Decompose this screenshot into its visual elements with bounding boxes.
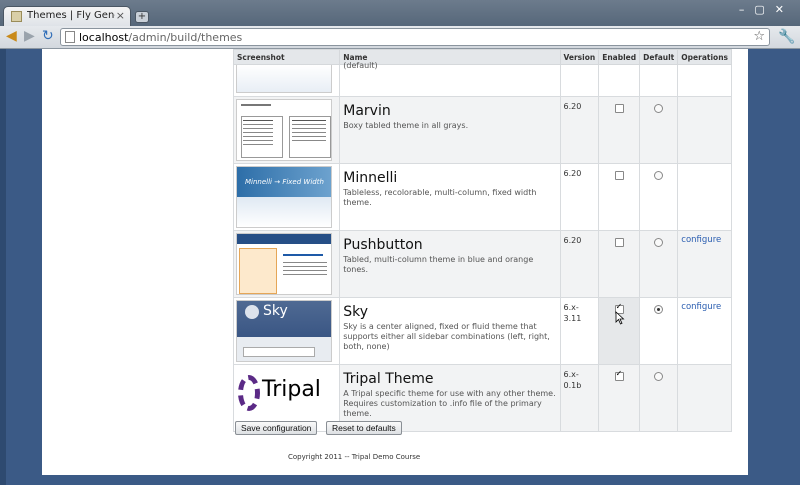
theme-name: Tripal Theme xyxy=(343,371,434,387)
default-radio[interactable] xyxy=(654,171,664,180)
theme-description: Tableless, recolorable, multi-column, fi… xyxy=(343,188,537,207)
theme-version: 6.x-0.1b xyxy=(563,370,582,390)
default-radio[interactable] xyxy=(654,372,664,381)
reset-defaults-button[interactable]: Reset to defaults xyxy=(326,421,402,435)
tab-title: Themes | Fly Genes D... xyxy=(27,10,115,21)
mouse-cursor-icon xyxy=(615,311,625,325)
screenshot-caption: Tripal xyxy=(262,377,321,402)
theme-screenshot xyxy=(236,65,332,93)
table-row: Marvin Boxy tabled theme in all grays. 6.… xyxy=(232,96,732,164)
window-controls[interactable]: –▢✕ xyxy=(739,3,794,16)
theme-screenshot: Tripal xyxy=(236,367,332,429)
url-path: /admin/build/themes xyxy=(128,31,243,44)
default-radio[interactable] xyxy=(654,305,664,314)
theme-screenshot: Minnelli → Fixed Width xyxy=(236,166,332,228)
browser-titlebar: Themes | Fly Genes D... × + –▢✕ xyxy=(0,0,800,26)
enabled-checkbox[interactable] xyxy=(614,171,624,180)
back-icon[interactable]: ◀ xyxy=(6,29,17,43)
favicon-icon xyxy=(11,11,22,22)
address-bar[interactable]: localhost/admin/build/themes ☆ xyxy=(60,28,770,46)
new-tab-button[interactable]: + xyxy=(135,11,149,23)
theme-version: 6.x-3.11 xyxy=(563,303,582,323)
configure-link[interactable]: configure xyxy=(681,302,721,312)
default-radio[interactable] xyxy=(654,104,664,113)
theme-name: Minnelli xyxy=(343,170,398,186)
theme-description: Sky is a center aligned, fixed or fluid … xyxy=(343,322,550,351)
default-radio[interactable] xyxy=(654,238,664,247)
forward-icon[interactable]: ▶ xyxy=(24,29,35,43)
theme-version: 6.20 xyxy=(563,169,582,178)
url-host: localhost xyxy=(79,31,129,44)
header-enabled: Enabled xyxy=(598,49,641,65)
theme-name: Marvin xyxy=(343,103,391,119)
header-default: Default xyxy=(639,49,679,65)
enabled-checkbox[interactable] xyxy=(614,369,624,381)
browser-tab[interactable]: Themes | Fly Genes D... × xyxy=(3,6,131,26)
theme-version: 6.20 xyxy=(563,102,582,111)
theme-screenshot xyxy=(236,99,332,161)
theme-name: Sky xyxy=(343,304,369,320)
bookmark-star-icon[interactable]: ☆ xyxy=(753,29,765,44)
theme-description: (default) xyxy=(343,61,378,70)
page-content: Screenshot Name Version Enabled Default … xyxy=(42,49,748,475)
theme-description: Boxy tabled theme in all grays. xyxy=(343,121,469,130)
themes-table: Screenshot Name Version Enabled Default … xyxy=(232,49,732,432)
enabled-checkbox[interactable] xyxy=(614,238,624,247)
table-row: Minnelli → Fixed Width Minnelli Tableless… xyxy=(232,163,732,231)
page-icon xyxy=(65,31,75,43)
page-footer: Copyright 2011 -- Tripal Demo Course xyxy=(288,453,421,461)
theme-name: Pushbutton xyxy=(343,237,423,253)
table-row: Pushbutton Tabled, multi-column theme in … xyxy=(232,230,732,298)
theme-screenshot: Sky xyxy=(236,300,332,362)
screenshot-caption: Sky xyxy=(263,303,288,319)
wrench-icon[interactable]: 🔧 xyxy=(778,29,795,45)
theme-description: A Tripal specific theme for use with any… xyxy=(343,389,556,418)
header-version: Version xyxy=(559,49,600,65)
table-row: (default) xyxy=(232,61,732,97)
table-row: Sky Sky Sky is a center aligned, fixed or… xyxy=(232,297,732,365)
configure-link[interactable]: configure xyxy=(681,235,721,245)
save-configuration-button[interactable]: Save configuration xyxy=(235,421,318,435)
theme-description: Tabled, multi-column theme in blue and o… xyxy=(343,255,534,274)
theme-version: 6.20 xyxy=(563,236,582,245)
header-screenshot: Screenshot xyxy=(232,49,341,65)
theme-screenshot xyxy=(236,233,332,295)
page-left-border xyxy=(0,49,6,485)
reload-icon[interactable]: ↻ xyxy=(42,29,54,43)
tab-close-icon[interactable]: × xyxy=(116,9,125,22)
screenshot-caption: Minnelli → Fixed Width xyxy=(245,178,324,186)
enabled-checkbox[interactable] xyxy=(614,104,624,113)
header-operations: Operations xyxy=(677,49,732,65)
